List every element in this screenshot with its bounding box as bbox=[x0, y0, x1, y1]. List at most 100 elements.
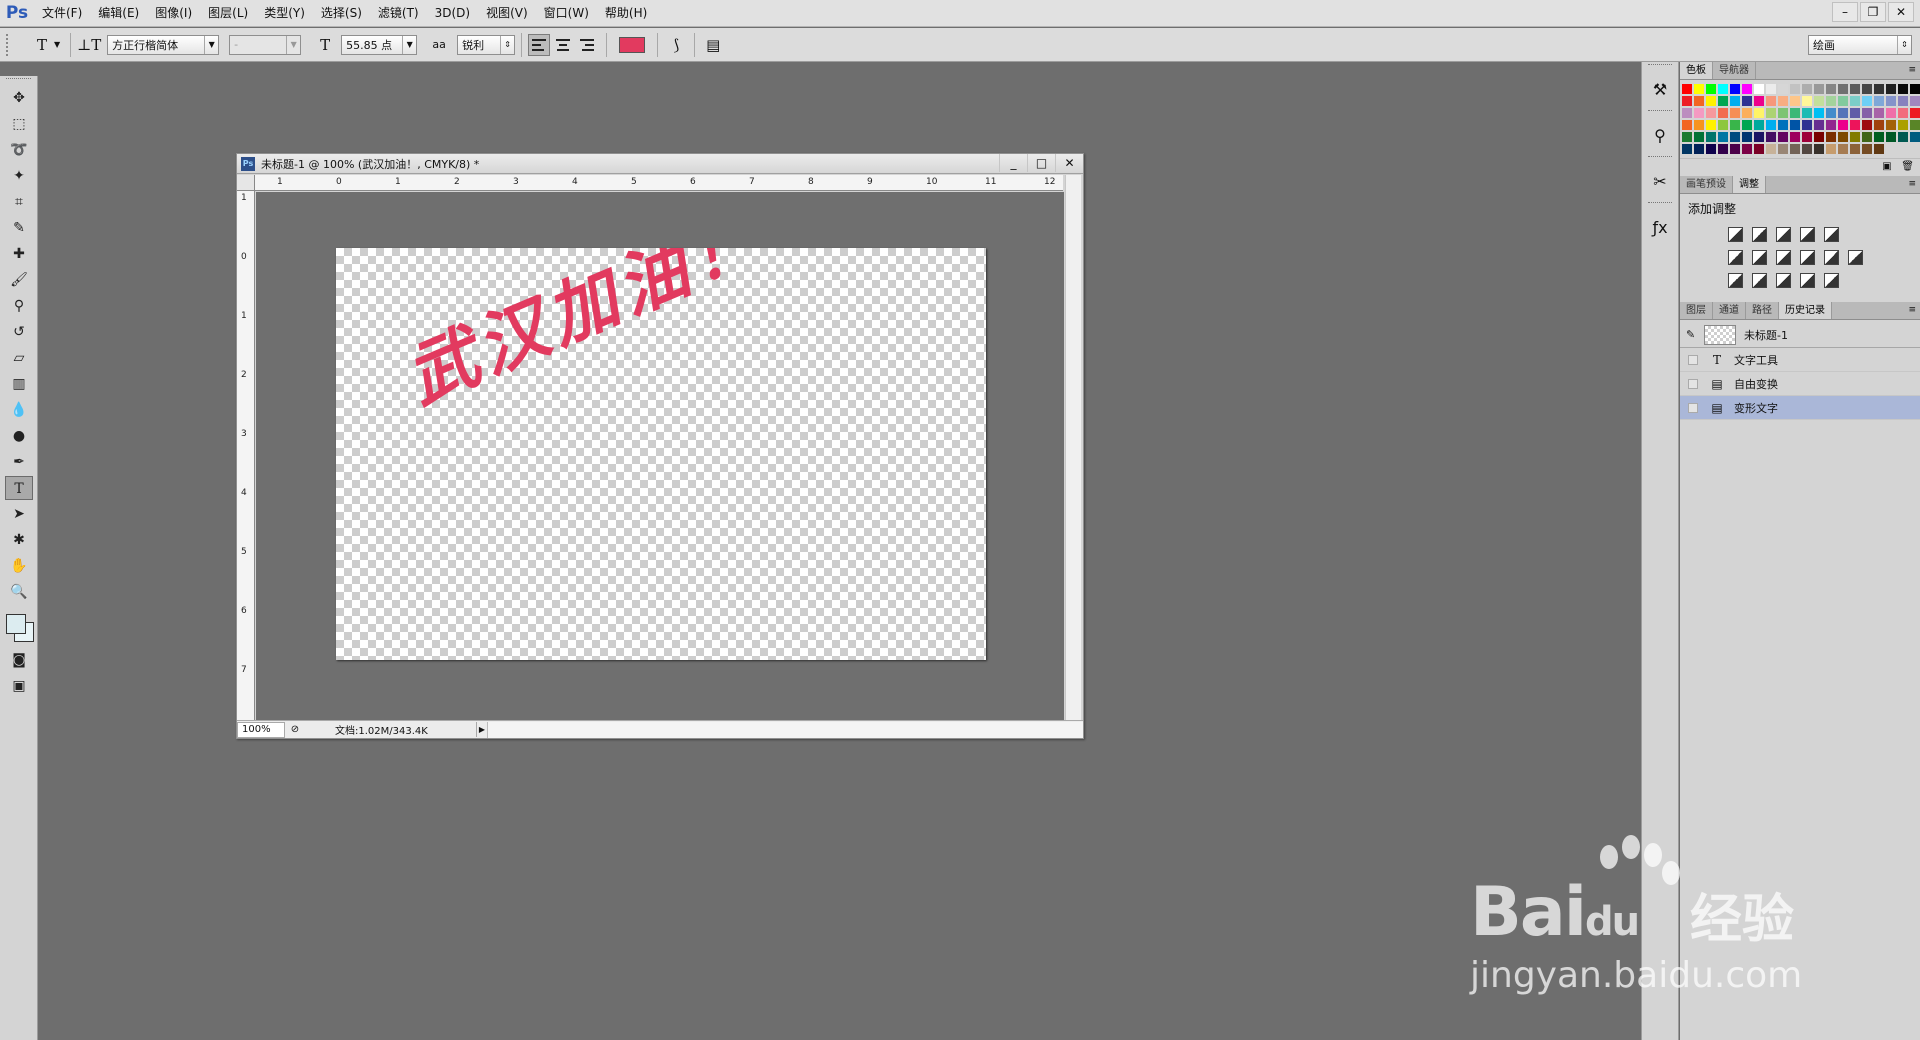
color-swatch[interactable] bbox=[1910, 84, 1920, 94]
color-swatch[interactable] bbox=[1754, 96, 1764, 106]
color-swatch[interactable] bbox=[1886, 108, 1896, 118]
horizontal-ruler[interactable]: 1 0 1 2 3 4 5 6 7 8 9 10 11 12 bbox=[255, 175, 1063, 191]
color-swatch[interactable] bbox=[1742, 108, 1752, 118]
color-swatch[interactable] bbox=[1790, 84, 1800, 94]
color-swatch[interactable] bbox=[1850, 96, 1860, 106]
menu-help[interactable]: 帮助(H) bbox=[597, 0, 655, 27]
screen-mode-icon[interactable]: ▣ bbox=[5, 674, 33, 698]
selective-color-icon[interactable] bbox=[1800, 273, 1815, 288]
blur-tool-icon[interactable]: 💧 bbox=[5, 398, 33, 422]
color-swatch[interactable] bbox=[1766, 132, 1776, 142]
color-swatch[interactable] bbox=[1754, 84, 1764, 94]
color-swatch[interactable] bbox=[1898, 84, 1908, 94]
color-swatch[interactable] bbox=[1790, 96, 1800, 106]
color-swatch[interactable] bbox=[1742, 120, 1752, 130]
zoom-level-field[interactable]: 100% bbox=[237, 721, 285, 738]
color-swatch[interactable] bbox=[1886, 96, 1896, 106]
posterize-icon[interactable] bbox=[1752, 273, 1767, 288]
color-swatch[interactable] bbox=[1718, 144, 1728, 154]
tab-paths[interactable]: 路径 bbox=[1746, 302, 1779, 319]
color-swatch[interactable] bbox=[1814, 84, 1824, 94]
color-swatch[interactable] bbox=[1814, 108, 1824, 118]
color-swatch[interactable] bbox=[1898, 132, 1908, 142]
threshold-icon[interactable] bbox=[1776, 273, 1791, 288]
gradient-map-icon[interactable] bbox=[1824, 273, 1839, 288]
chevron-down-icon[interactable]: ▼ bbox=[54, 40, 60, 49]
color-swatch[interactable] bbox=[1862, 108, 1872, 118]
eraser-tool-icon[interactable]: ▱ bbox=[5, 346, 33, 370]
color-swatch[interactable] bbox=[1706, 120, 1716, 130]
align-center-button[interactable] bbox=[552, 34, 574, 56]
color-swatch[interactable] bbox=[1850, 108, 1860, 118]
color-swatch[interactable] bbox=[1874, 132, 1884, 142]
color-swatch[interactable] bbox=[1910, 108, 1920, 118]
color-swatch[interactable] bbox=[1754, 120, 1764, 130]
menu-window[interactable]: 窗口(W) bbox=[536, 0, 597, 27]
menu-image[interactable]: 图像(I) bbox=[147, 0, 200, 27]
panel-menu-icon[interactable]: ≡ bbox=[1908, 176, 1916, 193]
color-swatch[interactable] bbox=[1682, 144, 1692, 154]
color-swatch[interactable] bbox=[1838, 144, 1848, 154]
color-swatch[interactable] bbox=[1802, 132, 1812, 142]
color-swatch[interactable] bbox=[1682, 120, 1692, 130]
color-swatch[interactable] bbox=[1778, 96, 1788, 106]
history-source-checkbox[interactable] bbox=[1688, 402, 1698, 413]
clone-stamp-tool-icon[interactable]: ⚲ bbox=[5, 294, 33, 318]
color-swatch[interactable] bbox=[1910, 132, 1920, 142]
color-swatch[interactable] bbox=[1826, 120, 1836, 130]
document-close-button[interactable]: ✕ bbox=[1055, 154, 1083, 172]
text-tool-icon[interactable]: T bbox=[5, 476, 33, 500]
healing-brush-tool-icon[interactable]: ✚ bbox=[5, 242, 33, 266]
text-color-swatch[interactable] bbox=[619, 36, 646, 53]
move-tool-icon[interactable]: ✥ bbox=[5, 86, 33, 110]
color-swatch[interactable] bbox=[1802, 120, 1812, 130]
color-swatch[interactable] bbox=[1778, 84, 1788, 94]
color-swatch[interactable] bbox=[1814, 120, 1824, 130]
restore-button[interactable]: ❐ bbox=[1860, 2, 1886, 22]
minimize-button[interactable]: – bbox=[1832, 2, 1858, 22]
color-swatch[interactable] bbox=[1682, 96, 1692, 106]
history-brush-source-icon[interactable]: ✎ bbox=[1686, 328, 1696, 341]
canvas-pasteboard[interactable]: 武汉加油！ bbox=[256, 192, 1064, 721]
color-swatch[interactable] bbox=[1706, 144, 1716, 154]
color-swatch[interactable] bbox=[1886, 132, 1896, 142]
color-swatch[interactable] bbox=[1718, 84, 1728, 94]
brush-presets-icon[interactable]: ⚒ bbox=[1646, 76, 1674, 104]
zoom-tool-icon[interactable]: 🔍 bbox=[5, 580, 33, 604]
color-swatch[interactable] bbox=[1826, 132, 1836, 142]
status-menu-icon[interactable]: ⊘ bbox=[285, 724, 305, 735]
crop-tool-icon[interactable]: ⌗ bbox=[5, 190, 33, 214]
color-swatch[interactable] bbox=[1790, 108, 1800, 118]
tab-adjustments[interactable]: 调整 bbox=[1733, 176, 1766, 193]
history-item-selected[interactable]: ▤ 变形文字 bbox=[1680, 396, 1920, 420]
hue-saturation-icon[interactable] bbox=[1728, 250, 1743, 265]
history-source-checkbox[interactable] bbox=[1688, 354, 1698, 365]
color-swatch[interactable] bbox=[1754, 132, 1764, 142]
options-grip[interactable] bbox=[6, 33, 30, 56]
dock-grip[interactable] bbox=[1648, 202, 1672, 208]
color-swatch[interactable] bbox=[1874, 96, 1884, 106]
character-panel-icon[interactable]: ▤ bbox=[701, 33, 725, 57]
color-swatch[interactable] bbox=[1790, 132, 1800, 142]
tab-channels[interactable]: 通道 bbox=[1713, 302, 1746, 319]
color-swatch[interactable] bbox=[1874, 120, 1884, 130]
color-swatch[interactable] bbox=[1718, 96, 1728, 106]
color-swatch[interactable] bbox=[1802, 144, 1812, 154]
ruler-origin[interactable] bbox=[237, 175, 255, 191]
eyedropper-tool-icon[interactable]: ✎ bbox=[5, 216, 33, 240]
color-swatch[interactable] bbox=[1814, 144, 1824, 154]
color-swatch[interactable] bbox=[1706, 132, 1716, 142]
document-minimize-button[interactable]: _ bbox=[999, 154, 1027, 172]
color-swatch[interactable] bbox=[1766, 120, 1776, 130]
color-swatch[interactable] bbox=[1898, 108, 1908, 118]
color-swatch[interactable] bbox=[1874, 84, 1884, 94]
pen-tool-icon[interactable]: ✒ bbox=[5, 450, 33, 474]
color-swatch[interactable] bbox=[1706, 108, 1716, 118]
panel-menu-icon[interactable]: ≡ bbox=[1908, 62, 1916, 79]
status-arrow-icon[interactable]: ▶ bbox=[477, 725, 487, 734]
color-swatch[interactable] bbox=[1838, 132, 1848, 142]
color-swatch[interactable] bbox=[1730, 108, 1740, 118]
color-swatch[interactable] bbox=[1802, 108, 1812, 118]
color-swatch[interactable] bbox=[1802, 96, 1812, 106]
panel-menu-icon[interactable]: ≡ bbox=[1908, 302, 1916, 319]
